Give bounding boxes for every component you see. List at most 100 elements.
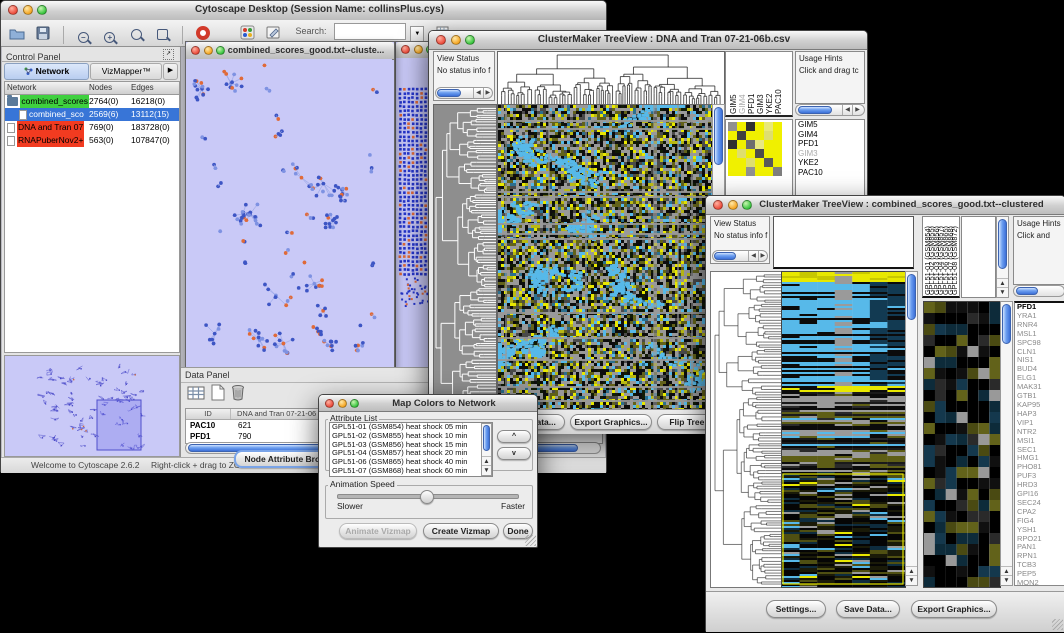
treeview2-titlebar[interactable]: ClusterMaker TreeView : combined_scores_… bbox=[706, 196, 1064, 215]
matrix-cell[interactable] bbox=[755, 122, 764, 131]
zoom-fit-icon[interactable] bbox=[126, 24, 146, 44]
matrix-cell[interactable] bbox=[746, 140, 755, 149]
gene-label[interactable]: GIM5 bbox=[796, 120, 864, 130]
tv2-zoom-vscrollbar[interactable]: ▲ ▼ bbox=[1000, 301, 1013, 586]
matrix-cell[interactable] bbox=[773, 140, 782, 149]
minimize-button[interactable] bbox=[414, 45, 423, 54]
gene-label[interactable]: MON2 bbox=[1015, 579, 1064, 586]
matrix-cell[interactable] bbox=[737, 122, 746, 131]
move-up-button[interactable]: ^ bbox=[497, 430, 531, 443]
animate-vizmap-button[interactable]: Animate Vizmap bbox=[339, 523, 417, 539]
matrix-cell[interactable] bbox=[773, 131, 782, 140]
tv2-column-dendrogram-area[interactable] bbox=[773, 216, 914, 269]
tv2-zoom-heatmap[interactable] bbox=[923, 301, 1001, 588]
vscroll-thumb[interactable] bbox=[998, 219, 1007, 269]
minimize-button[interactable] bbox=[451, 35, 461, 45]
network-view-canvas[interactable] bbox=[186, 59, 392, 369]
tv2-status-scrollbar[interactable]: ◀▶ bbox=[712, 250, 768, 262]
network-overview-panel[interactable] bbox=[4, 355, 180, 457]
matrix-cell[interactable] bbox=[755, 140, 764, 149]
column-label[interactable]: PAC10 bbox=[774, 89, 783, 114]
matrix-cell[interactable] bbox=[746, 122, 755, 131]
matrix-cell[interactable] bbox=[737, 149, 746, 158]
matrix-cell[interactable] bbox=[746, 167, 755, 176]
settings-button[interactable]: Settings... bbox=[766, 600, 826, 618]
matrix-cell[interactable] bbox=[773, 167, 782, 176]
tab-network[interactable]: Network bbox=[4, 63, 89, 80]
minimize-button[interactable] bbox=[23, 5, 33, 15]
network-table-row[interactable]: combined_scores2764(0)16218(0) bbox=[5, 95, 179, 108]
vscroll-thumb[interactable] bbox=[483, 425, 490, 451]
matrix-cell[interactable] bbox=[755, 158, 764, 167]
tv2-labels-vscrollbar[interactable]: ▲ ▼ bbox=[996, 216, 1009, 298]
matrix-cell[interactable] bbox=[764, 158, 773, 167]
scroll-thumb[interactable] bbox=[714, 252, 736, 260]
gene-label[interactable]: PFD1 bbox=[796, 139, 864, 149]
vscroll-thumb[interactable] bbox=[714, 107, 723, 165]
resize-grip[interactable] bbox=[1052, 619, 1063, 630]
matrix-cell[interactable] bbox=[728, 149, 737, 158]
matrix-cell[interactable] bbox=[764, 140, 773, 149]
minimize-button[interactable] bbox=[728, 200, 738, 210]
help-lifering-icon[interactable] bbox=[193, 23, 213, 43]
scroll-down-arrow[interactable]: ▼ bbox=[997, 287, 1008, 297]
export-graphics-button[interactable]: Export Graphics... bbox=[570, 414, 652, 430]
scroll-down-arrow[interactable]: ▼ bbox=[1001, 575, 1012, 585]
scroll-thumb[interactable] bbox=[798, 106, 832, 114]
zoom-selected-icon[interactable] bbox=[153, 24, 173, 44]
dialog-titlebar[interactable]: Map Colors to Network bbox=[319, 395, 537, 412]
close-button[interactable] bbox=[436, 35, 446, 45]
matrix-cell[interactable] bbox=[728, 158, 737, 167]
tv1-row-dendrogram[interactable] bbox=[433, 104, 497, 411]
matrix-cell[interactable] bbox=[728, 122, 737, 131]
matrix-cell[interactable] bbox=[737, 140, 746, 149]
open-file-icon[interactable] bbox=[7, 23, 27, 43]
tv1-usage-scrollbar[interactable]: ◀▶ bbox=[795, 104, 865, 116]
scroll-down-arrow[interactable]: ▼ bbox=[482, 465, 491, 475]
matrix-cell[interactable] bbox=[746, 149, 755, 158]
new-document-icon[interactable] bbox=[211, 384, 225, 406]
matrix-cell[interactable] bbox=[746, 158, 755, 167]
matrix-cell[interactable] bbox=[764, 167, 773, 176]
tv1-similarity-matrix[interactable] bbox=[728, 122, 782, 176]
attribute-list-item[interactable]: GPL51-07 (GSM868) heat shock 60 min bbox=[330, 467, 492, 476]
tab-vizmapper[interactable]: VizMapper™ bbox=[90, 63, 162, 80]
attribute-list-vscrollbar[interactable]: ▲ ▼ bbox=[481, 423, 492, 476]
matrix-cell[interactable] bbox=[764, 122, 773, 131]
matrix-cell[interactable] bbox=[737, 131, 746, 140]
gene-label[interactable]: PAC10 bbox=[796, 168, 864, 178]
column-label[interactable]: YKE2 bbox=[765, 94, 774, 114]
create-vizmap-button[interactable]: Create Vizmap bbox=[423, 523, 499, 539]
matrix-cell[interactable] bbox=[728, 131, 737, 140]
matrix-cell[interactable] bbox=[728, 167, 737, 176]
network-table-row[interactable]: DNA and Tran 07769(0)183728(0) bbox=[5, 121, 179, 134]
close-button[interactable] bbox=[713, 200, 723, 210]
treeview1-titlebar[interactable]: ClusterMaker TreeView : DNA and Tran 07-… bbox=[429, 31, 867, 50]
gene-label[interactable]: GIM3 bbox=[796, 149, 864, 159]
tv2-row-dendrogram[interactable] bbox=[710, 271, 782, 588]
minimize-button[interactable] bbox=[204, 46, 213, 55]
save-icon[interactable] bbox=[33, 23, 53, 43]
tv2-heatmap-vscrollbar[interactable]: ▲ ▼ bbox=[905, 271, 918, 586]
main-titlebar[interactable]: Cytoscape Desktop (Session Name: collins… bbox=[1, 1, 606, 21]
column-label[interactable]: GIM4 bbox=[738, 94, 747, 114]
vscroll-thumb[interactable] bbox=[907, 274, 916, 320]
gene-label[interactable]: GIM4 bbox=[796, 130, 864, 140]
close-button[interactable] bbox=[325, 399, 334, 408]
table-icon[interactable] bbox=[187, 385, 205, 406]
close-button[interactable] bbox=[8, 5, 18, 15]
tab-overflow-button[interactable]: ▶ bbox=[163, 63, 178, 80]
vizmapper-icon[interactable] bbox=[238, 22, 258, 42]
matrix-cell[interactable] bbox=[773, 122, 782, 131]
matrix-cell[interactable] bbox=[737, 158, 746, 167]
tv1-heatmap[interactable] bbox=[497, 104, 713, 411]
close-button[interactable] bbox=[191, 46, 200, 55]
zoom-out-icon[interactable]: – bbox=[73, 27, 93, 47]
column-label[interactable]: GPL51-08 (GSM872) bbox=[950, 226, 959, 295]
network-table-row[interactable]: RNAPuberNov2+563(0)107847(0) bbox=[5, 134, 179, 147]
gene-label[interactable]: YKE2 bbox=[796, 158, 864, 168]
annotation-icon[interactable] bbox=[264, 22, 284, 42]
column-label[interactable]: GIM3 bbox=[756, 94, 765, 114]
search-dropdown-arrow[interactable]: ▼ bbox=[410, 26, 424, 43]
slider-thumb[interactable] bbox=[420, 490, 434, 504]
